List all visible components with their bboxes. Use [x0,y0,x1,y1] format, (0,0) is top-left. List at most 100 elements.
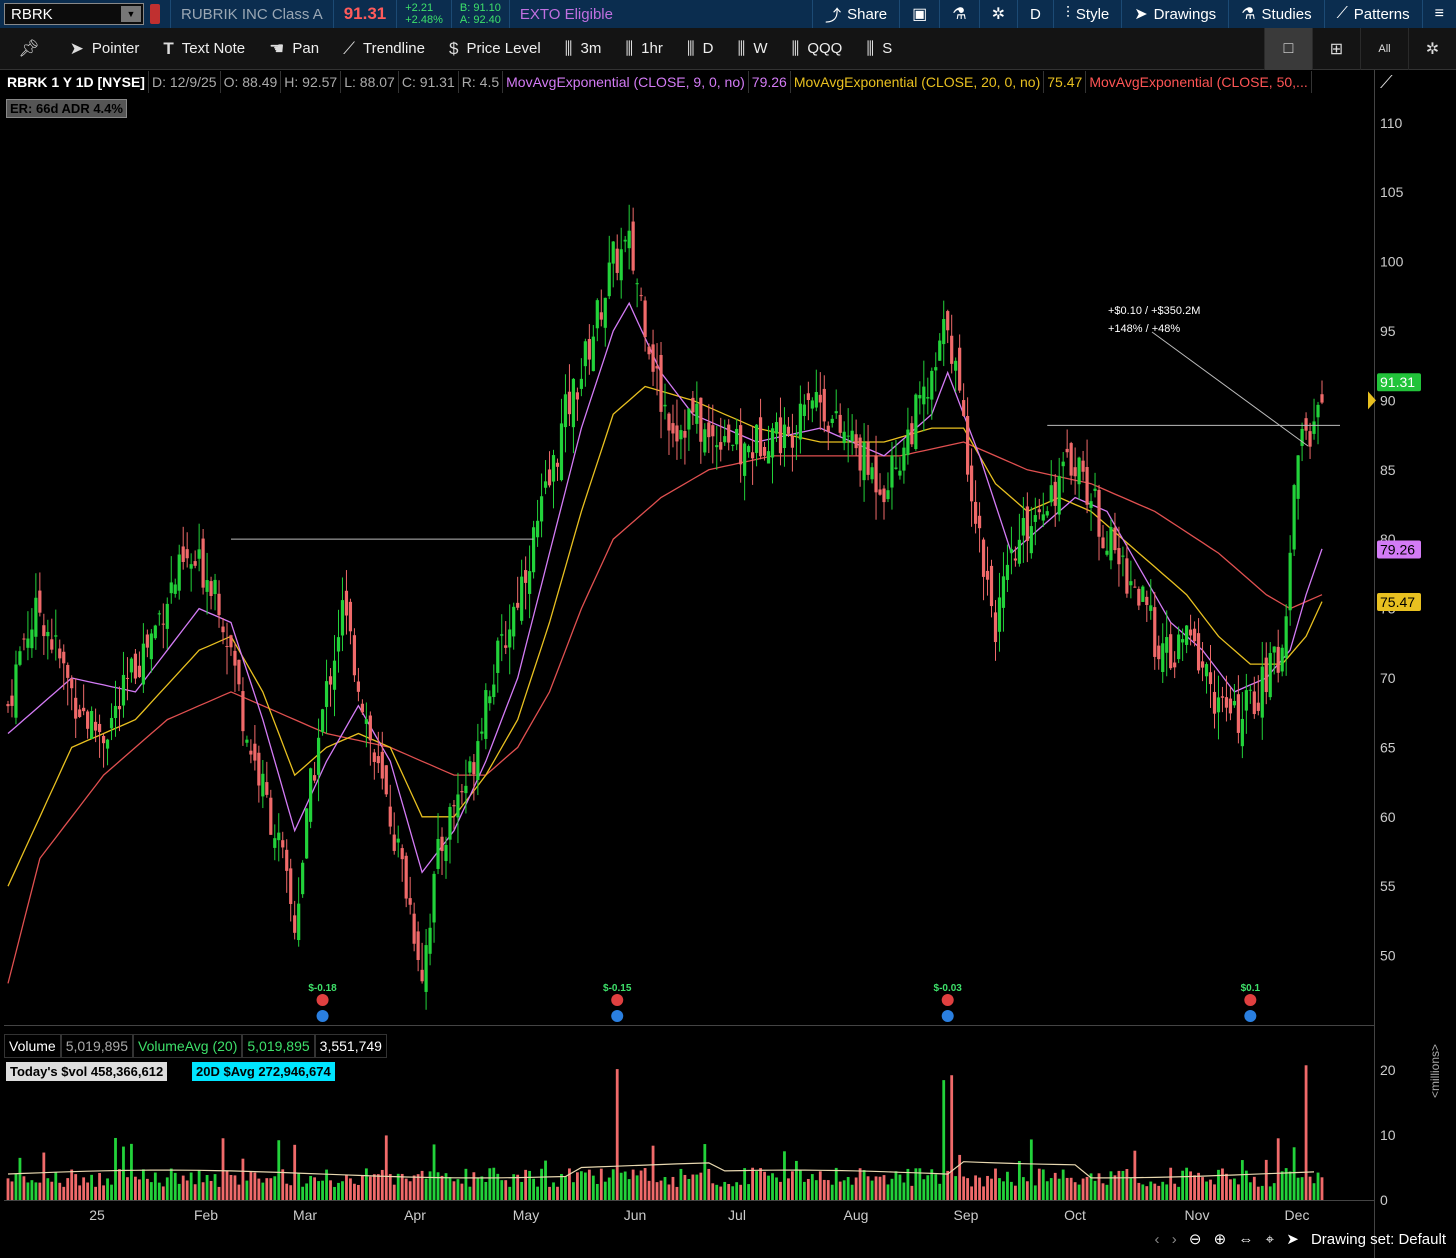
volume-bar [516,1174,520,1200]
candle-body [301,862,305,895]
patterns-button[interactable]: ⟋ Patterns [1323,0,1422,28]
timeframe-s[interactable]: ⫼ S [854,28,904,70]
candle-body [938,340,942,361]
candle-body [551,455,556,482]
candle-body [587,339,591,360]
candle-body [1157,645,1161,660]
cursor-icon[interactable]: ➤ [1286,1231,1299,1248]
volume-bar [269,1178,273,1200]
grid-icon: ⊞ [1329,41,1344,58]
chart-area[interactable]: 5055606570758085909510010511001020 25Feb… [0,70,1456,1258]
menu-button[interactable]: ≡ [1421,0,1456,28]
candle-body [460,791,464,793]
single-layout-button[interactable]: □ [1264,28,1312,70]
chart-settings-button[interactable]: ▣ [899,0,939,28]
volume-avg-value: 5,019,895 [242,1034,315,1058]
volume-avg-label[interactable]: VolumeAvg (20) [133,1034,243,1058]
volume-bar [1101,1183,1105,1200]
pointer-tool[interactable]: ➤ Pointer [58,28,152,70]
candle-body [54,635,58,637]
timeframe-d[interactable]: ⫼ D [675,28,726,70]
candle-body [1169,634,1173,669]
grid-layout-button[interactable]: ⊞ [1312,28,1360,70]
candle-body [1101,537,1105,549]
volume-bar [802,1181,806,1200]
volume-bar [1010,1181,1013,1200]
candle-body [786,426,791,434]
candle-body [1149,605,1153,611]
scroll-right-icon[interactable]: › [1172,1231,1177,1248]
volume-bar [1308,1176,1312,1200]
volume-bar [281,1169,285,1200]
price-level-tool[interactable]: $ Price Level [437,28,553,70]
volume-bar [1185,1167,1189,1200]
zoom-out-icon[interactable]: ⊖ [1189,1231,1202,1248]
earnings-phone-icon [316,994,329,1006]
pan-tool[interactable]: ☚ Pan [257,28,331,70]
pin-button[interactable]: 📌︎ [0,28,58,70]
candle-body [926,397,930,399]
candle-body [316,737,321,775]
compare-qqq[interactable]: ⫼ QQQ [780,28,855,70]
volume-tick-label: 0 [1380,1192,1388,1208]
chart-style-icon[interactable]: ⟋ [1380,72,1393,93]
candle-body [384,765,388,795]
volume-bar [830,1184,834,1200]
ema20-label[interactable]: MovAvgExponential (CLOSE, 20, 0, no) [791,71,1045,93]
text-note-tool[interactable]: T Text Note [151,28,257,70]
candle-body [731,444,735,446]
volume-bar [683,1174,687,1200]
style-button[interactable]: ⫶ Style [1052,0,1121,28]
volume-bar [1117,1170,1121,1200]
candle-body [177,554,181,591]
volume-bar [420,1170,424,1200]
alert-flag-icon[interactable] [150,4,160,24]
candle-body [432,873,436,923]
crosshair-icon[interactable]: ⌖ [1266,1231,1274,1248]
candle-body [1232,700,1236,706]
all-layout-button[interactable]: All [1360,28,1408,70]
y-tick-label: 60 [1380,809,1396,825]
timeframe-w[interactable]: ⫼ W [726,28,780,70]
timeframe-3m[interactable]: ⫼ 3m [553,28,614,70]
candle-body [1089,501,1093,508]
volume-label[interactable]: Volume [4,1034,61,1058]
candle-body [18,651,22,665]
y-tick-label: 95 [1380,323,1396,339]
trendline-tool[interactable]: ⟋ Trendline [331,28,437,70]
zoom-in-icon[interactable]: ⊕ [1214,1231,1227,1248]
candle-body [751,452,755,459]
candles-icon: ⫼ [866,38,875,58]
ema9-label[interactable]: MovAvgExponential (CLOSE, 9, 0, no) [503,71,749,93]
ema50-label[interactable]: MovAvgExponential (CLOSE, 50,... [1086,71,1312,93]
fit-icon[interactable]: ⇔ [1238,1231,1253,1248]
volume-bar [834,1167,838,1200]
candle-body [58,648,62,659]
settings-button[interactable]: ✲ [1408,28,1456,70]
candle-body [1113,527,1117,551]
period-button[interactable]: D [1017,0,1053,28]
studies-button[interactable]: ⚗ Studies [1228,0,1323,28]
scroll-left-icon[interactable]: ‹ [1155,1231,1160,1248]
symbol-input[interactable]: RBRK ▼ [4,3,144,25]
volume-bar [583,1172,587,1200]
candle-body [934,367,938,371]
symbol-dropdown-icon[interactable]: ▼ [121,6,141,22]
drawings-button[interactable]: ➤ Drawings [1121,0,1228,28]
volume-bar [122,1146,125,1200]
share-button[interactable]: ⤴ Share [812,0,899,28]
candle-body [687,408,691,430]
flask-button[interactable]: ⚗ [939,0,978,28]
volume-bar [1165,1184,1169,1200]
drawing-set-label[interactable]: Drawing set: Default [1311,1231,1446,1248]
chart-symbol[interactable]: RBRK 1 Y 1D [NYSE] [4,71,149,93]
timeframe-1hr[interactable]: ⫼ 1hr [613,28,675,70]
volume-bar [962,1176,966,1200]
candle-body [213,579,217,595]
gear-button[interactable]: ✲ [978,0,1017,28]
x-axis-line [4,1200,1374,1201]
candle-body [197,549,201,559]
candle-body [647,346,651,355]
volume-bar [1049,1178,1053,1200]
candle-body [599,312,603,320]
